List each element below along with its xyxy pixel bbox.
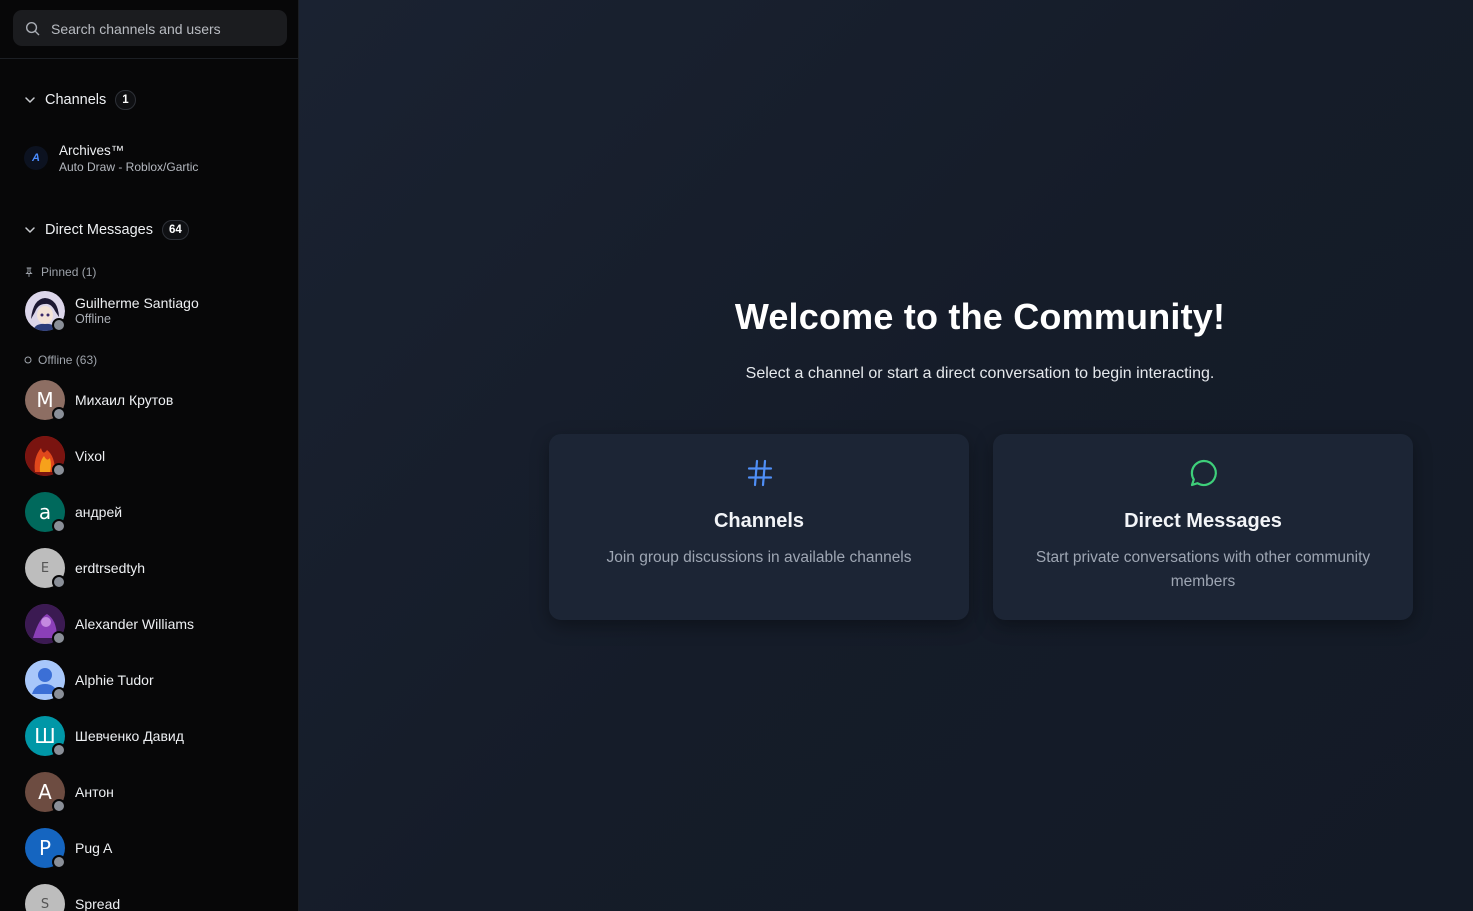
channels-card[interactable]: Channels Join group discussions in avail…	[549, 434, 969, 620]
dm-user-name: erdtrsedtyh	[75, 559, 146, 576]
offline-status-dot	[52, 463, 66, 477]
dm-user-name: Pug A	[75, 839, 113, 856]
chevron-down-icon	[25, 227, 35, 233]
dm-item[interactable]: Alphie Tudor	[25, 660, 287, 701]
direct-messages-count-badge: 64	[161, 220, 189, 240]
dm-user-status: Offline	[75, 312, 111, 326]
avatar: Ш	[25, 716, 66, 757]
avatar	[25, 660, 66, 701]
search-icon	[25, 21, 40, 36]
dm-item[interactable]: Alexander Williams	[25, 604, 287, 645]
dm-user-name: Антон	[75, 783, 114, 800]
sidebar: Channels 1 A Archives™ Auto Draw - Roblo…	[0, 0, 299, 911]
dm-item[interactable]: Vixol	[25, 436, 287, 477]
channel-subtitle: Auto Draw - Roblox/Gartic	[59, 159, 199, 174]
avatar	[25, 436, 66, 477]
welcome-title: Welcome to the Community!	[734, 296, 1226, 337]
main-content: Welcome to the Community! Select a chann…	[299, 0, 1473, 911]
dm-user-name: Михаил Крутов	[75, 391, 174, 408]
offline-status-dot	[52, 855, 66, 869]
avatar: P	[25, 828, 66, 869]
dm-item[interactable]: Ш Шевченко Давид	[25, 716, 287, 757]
avatar-initial: P	[38, 836, 52, 860]
avatar	[25, 291, 66, 332]
dm-user-name: Spread	[75, 895, 121, 911]
channels-count-badge: 1	[115, 90, 136, 110]
dm-item[interactable]: Eerdtrsedtyh	[25, 548, 287, 589]
dm-item-pinned[interactable]: Guilherme Santiago Offline	[25, 291, 287, 332]
search-bar	[0, 0, 298, 59]
chat-bubble-icon	[1190, 459, 1217, 487]
dm-item[interactable]: а андрей	[25, 492, 287, 533]
channels-section-toggle[interactable]: Channels 1	[24, 88, 136, 112]
offline-circle-icon	[24, 356, 32, 364]
pinned-label-text: Pinned (1)	[41, 265, 97, 279]
offline-status-dot	[52, 631, 66, 645]
channels-card-title: Channels	[713, 510, 805, 532]
pin-icon	[25, 267, 33, 277]
offline-status-dot	[52, 407, 66, 421]
avatar: а	[25, 492, 66, 533]
offline-status-dot	[52, 799, 66, 813]
avatar-initial: E	[40, 560, 50, 576]
dm-user-name: Alphie Tudor	[75, 671, 154, 688]
dm-user-name: андрей	[75, 503, 123, 520]
direct-messages-card[interactable]: Direct Messages Start private conversati…	[993, 434, 1413, 620]
offline-group-label: Offline (63)	[24, 353, 97, 367]
channel-name: Archives™	[59, 142, 125, 158]
channel-item-archives[interactable]: A Archives™ Auto Draw - Roblox/Gartic	[24, 138, 286, 178]
dm-item[interactable]: А Антон	[25, 772, 287, 813]
dm-user-name: Шевченко Давид	[75, 727, 184, 744]
pinned-group-label: Pinned (1)	[24, 265, 96, 279]
avatar	[25, 604, 66, 645]
offline-status-dot	[52, 687, 66, 701]
offline-status-dot	[52, 575, 66, 589]
channels-section-label: Channels	[45, 92, 107, 108]
direct-messages-section-toggle[interactable]: Direct Messages 64	[24, 218, 189, 242]
direct-messages-card-description: Start private conversations with other c…	[1035, 549, 1371, 590]
dm-user-name: Guilherme Santiago	[75, 295, 199, 311]
avatar-initial: М	[36, 388, 54, 412]
search-input[interactable]	[49, 10, 283, 48]
dm-item[interactable]: S Spread	[25, 884, 287, 911]
dm-user-name: Alexander Williams	[75, 615, 195, 632]
direct-messages-card-title: Direct Messages	[1124, 510, 1282, 532]
hash-icon	[747, 459, 773, 487]
avatar-initial: S	[40, 896, 50, 911]
channel-logo: A	[24, 146, 48, 170]
channels-card-description: Join group discussions in available chan…	[606, 549, 912, 566]
direct-messages-section-label: Direct Messages	[45, 222, 153, 238]
welcome-subtitle: Select a channel or start a direct conve…	[745, 365, 1215, 382]
avatar: М	[25, 380, 66, 421]
avatar: А	[25, 772, 66, 813]
avatar: E	[25, 548, 66, 589]
dm-user-name: Vixol	[75, 447, 106, 464]
avatar-initial: Ш	[34, 724, 56, 748]
offline-status-dot	[52, 743, 66, 757]
offline-label-text: Offline (63)	[38, 353, 98, 367]
avatar: S	[25, 884, 65, 911]
offline-status-dot	[52, 318, 66, 332]
chevron-down-icon	[25, 97, 35, 103]
offline-status-dot	[52, 519, 66, 533]
dm-item[interactable]: М Михаил Крутов	[25, 380, 287, 421]
dm-item[interactable]: P Pug A	[25, 828, 287, 869]
search-box[interactable]	[13, 10, 287, 48]
avatar-initial: А	[38, 780, 52, 804]
avatar-initial: а	[38, 500, 52, 524]
